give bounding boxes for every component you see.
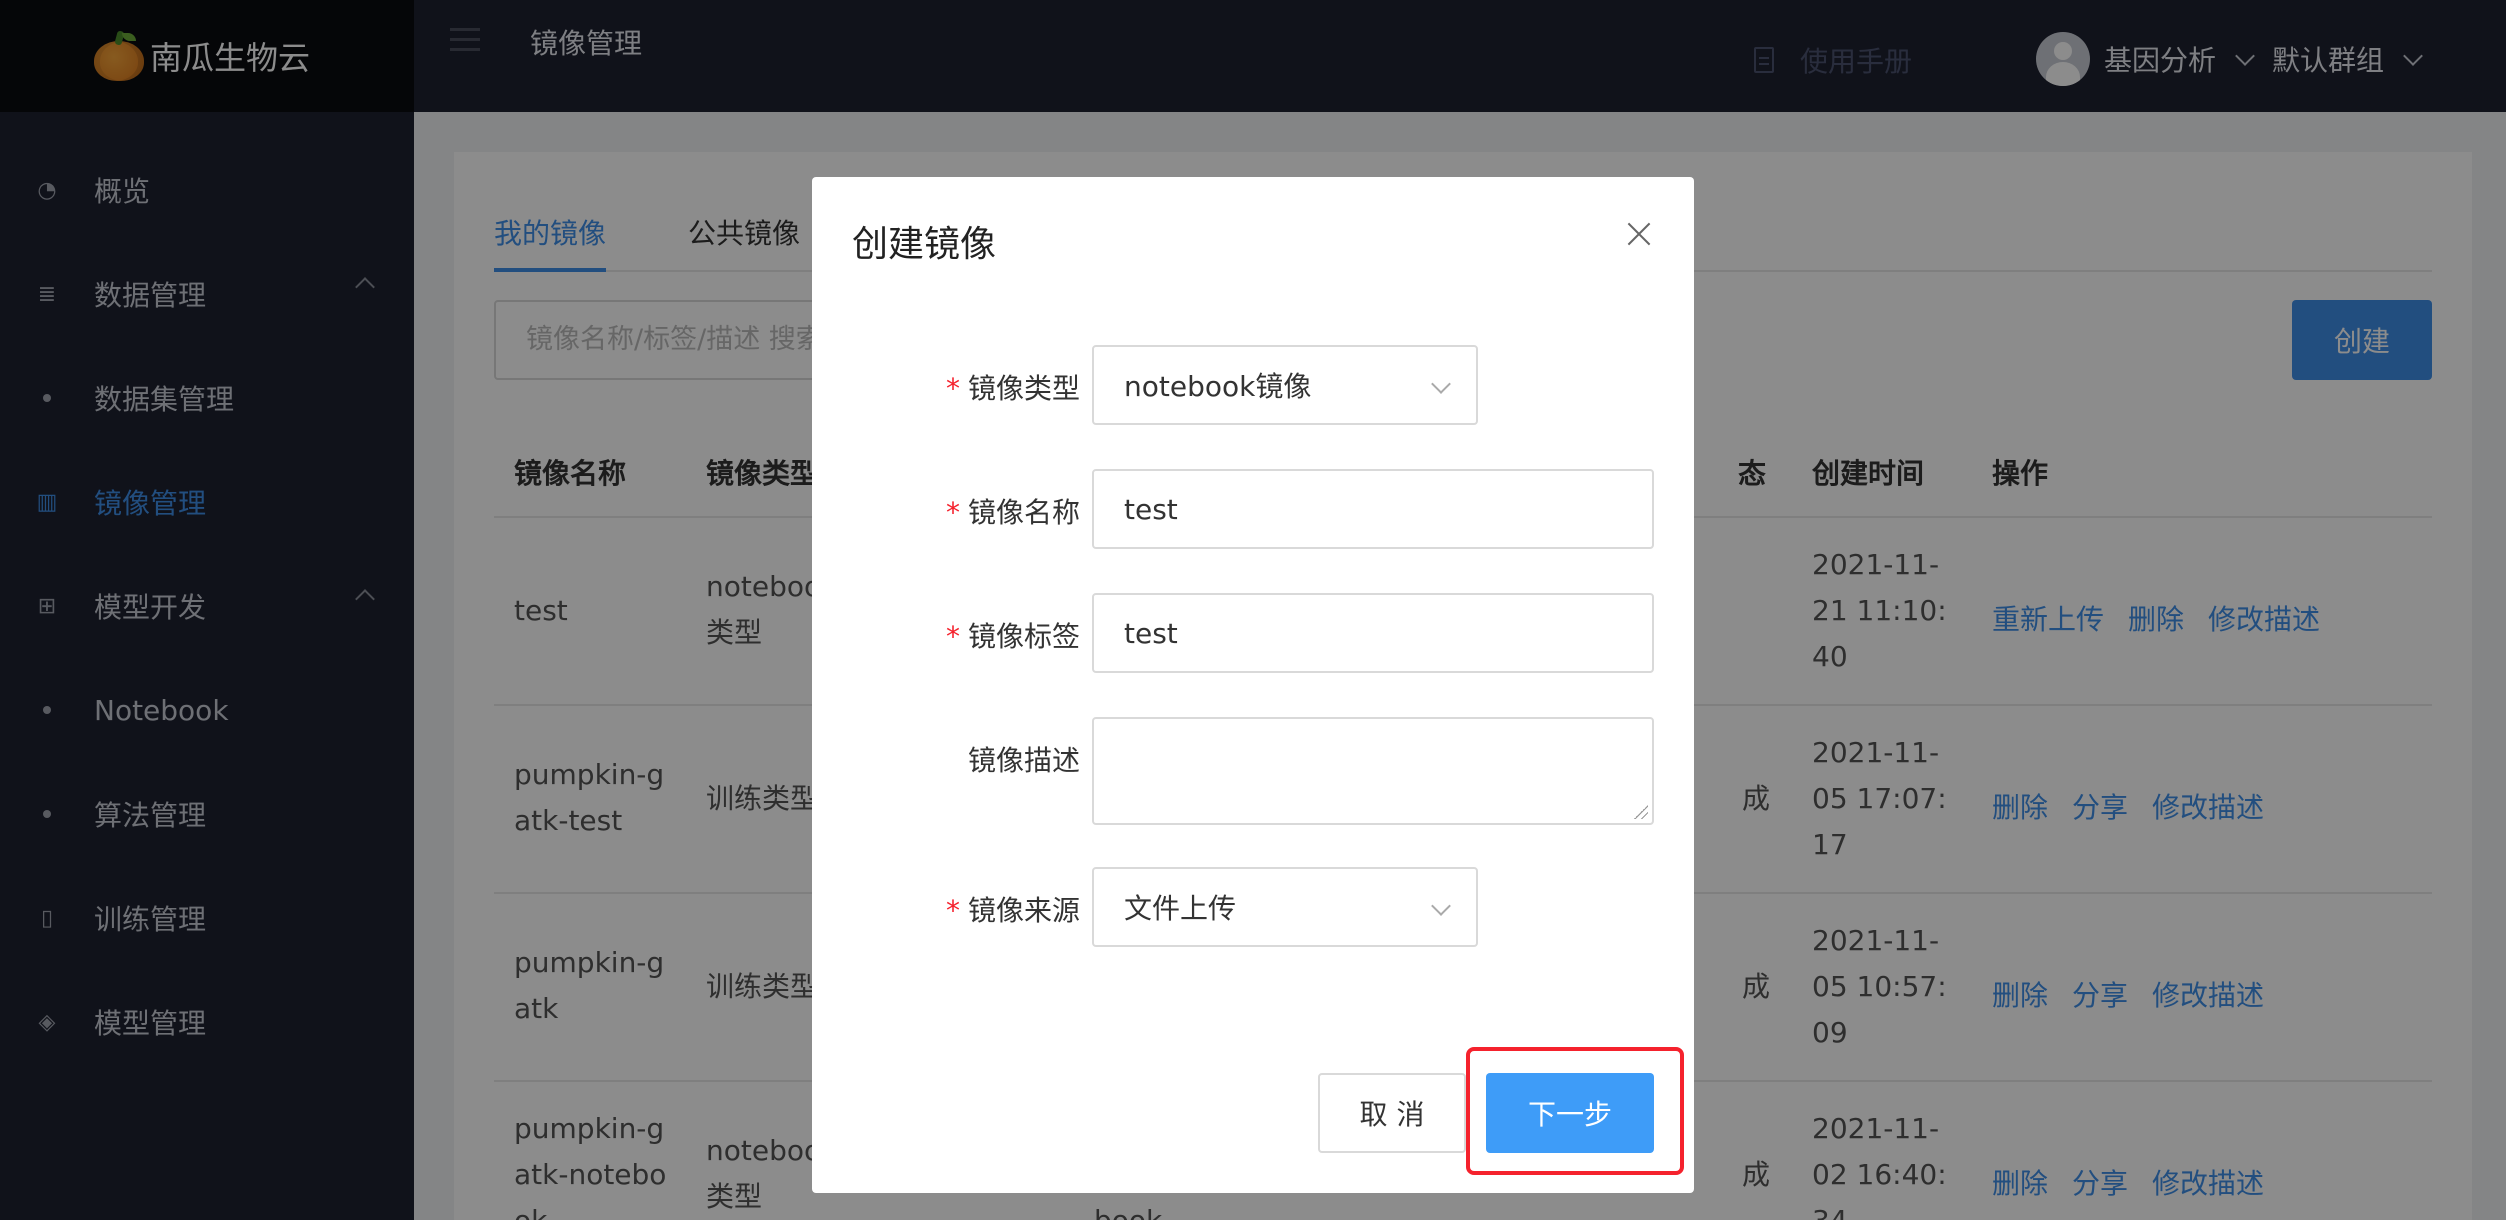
highlight-box [1466, 1047, 1684, 1175]
required-asterisk: * [945, 894, 960, 927]
image-name-input[interactable]: test [1092, 469, 1654, 549]
required-asterisk: * [945, 620, 960, 653]
label-text: 镜像类型 [967, 372, 1080, 405]
image-source-select[interactable]: 文件上传 [1092, 867, 1478, 947]
required-asterisk: * [945, 496, 960, 529]
label-text: 镜像名称 [967, 496, 1080, 529]
image-type-label: * 镜像类型 [946, 367, 1080, 407]
select-value: notebook镜像 [1124, 370, 1312, 403]
label-text: 镜像描述 [967, 744, 1080, 777]
dialog-title: 创建镜像 [852, 224, 997, 265]
close-icon[interactable] [1624, 219, 1654, 249]
image-description-label: 镜像描述 [968, 739, 1080, 779]
input-value: test [1124, 492, 1178, 526]
image-type-select[interactable]: notebook镜像 [1092, 345, 1478, 425]
image-name-label: * 镜像名称 [946, 491, 1080, 531]
label-text: 镜像来源 [967, 894, 1080, 927]
select-value: 文件上传 [1124, 892, 1237, 925]
required-asterisk: * [945, 372, 960, 405]
image-source-label: * 镜像来源 [946, 889, 1080, 929]
label-text: 镜像标签 [967, 620, 1080, 653]
resize-handle-icon[interactable] [1634, 805, 1648, 819]
create-image-dialog: 创建镜像 * 镜像类型 notebook镜像 * 镜像名称 test * 镜像标签 t… [812, 177, 1694, 1193]
cancel-button[interactable]: 取 消 [1318, 1073, 1466, 1153]
image-description-textarea[interactable] [1092, 717, 1654, 825]
chevron-down-icon [1431, 374, 1451, 394]
chevron-down-icon [1431, 896, 1451, 916]
input-value: test [1124, 616, 1178, 650]
image-tag-label: * 镜像标签 [946, 615, 1080, 655]
image-tag-input[interactable]: test [1092, 593, 1654, 673]
